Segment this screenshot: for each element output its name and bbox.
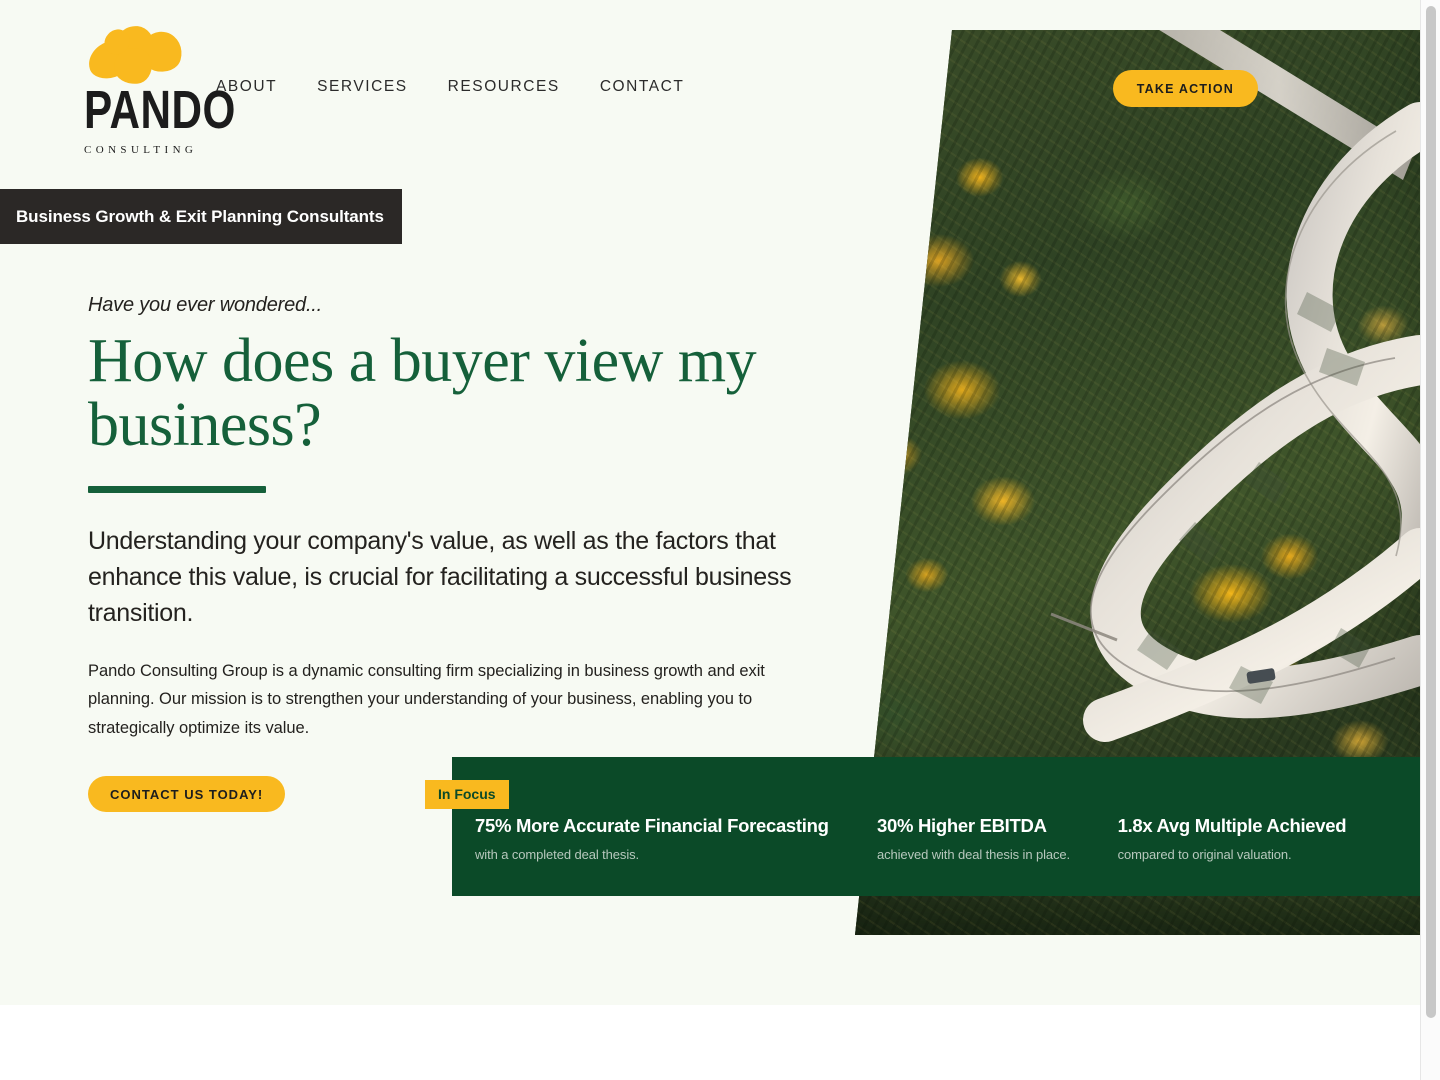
hero-section: PANDO CONSULTING ABOUT SERVICES RESOURCE… — [0, 0, 1420, 1005]
site-header: PANDO CONSULTING ABOUT SERVICES RESOURCE… — [0, 0, 1420, 175]
stat-title: 75% More Accurate Financial Forecasting — [475, 815, 829, 836]
logo-wordmark: PANDO — [84, 80, 236, 141]
aspen-leaves-icon — [83, 24, 187, 86]
nav-item-services[interactable]: SERVICES — [317, 78, 408, 96]
logo-subtitle: CONSULTING — [84, 144, 198, 156]
nav-item-about[interactable]: ABOUT — [216, 78, 277, 96]
logo[interactable]: PANDO CONSULTING — [83, 24, 236, 156]
hero-subhead: Understanding your company's value, as w… — [88, 526, 792, 627]
hero-eyebrow: Have you ever wondered... — [88, 294, 323, 316]
hero-copy: Have you ever wondered... How does a buy… — [88, 294, 848, 813]
main-navigation: ABOUT SERVICES RESOURCES CONTACT — [216, 78, 684, 96]
contact-us-button[interactable]: CONTACT US TODAY! — [88, 776, 286, 813]
stat-title: 30% Higher EBITDA — [876, 815, 1047, 836]
stat-item: 30% Higher EBITDA achieved with deal the… — [877, 815, 1118, 862]
scrollbar-thumb[interactable] — [1426, 6, 1436, 1018]
divider-rule — [88, 485, 266, 493]
stat-title: 1.8x Avg Multiple Achieved — [1117, 815, 1347, 836]
take-action-button[interactable]: TAKE ACTION — [1112, 70, 1258, 107]
in-focus-badge: In Focus — [425, 780, 509, 809]
hero-headline: How does a buyer view my business? — [88, 327, 757, 460]
nav-item-resources[interactable]: RESOURCES — [448, 78, 560, 96]
page-scrollbar[interactable] — [1420, 0, 1440, 1080]
tagline-banner: Business Growth & Exit Planning Consulta… — [0, 189, 402, 244]
stat-item: 1.8x Avg Multiple Achieved compared to o… — [1118, 815, 1400, 862]
browser-viewport: PANDO CONSULTING ABOUT SERVICES RESOURCE… — [0, 0, 1440, 1080]
stats-row: 75% More Accurate Financial Forecasting … — [475, 815, 1400, 862]
hero-body: Pando Consulting Group is a dynamic cons… — [88, 661, 765, 737]
stat-subtitle: with a completed deal thesis. — [475, 847, 640, 862]
tagline-text: Business Growth & Exit Planning Consulta… — [16, 206, 384, 226]
stat-subtitle: achieved with deal thesis in place. — [876, 847, 1071, 862]
stat-subtitle: compared to original valuation. — [1117, 847, 1292, 862]
stat-item: 75% More Accurate Financial Forecasting … — [475, 815, 877, 862]
nav-item-contact[interactable]: CONTACT — [600, 78, 685, 96]
stats-band: In Focus 75% More Accurate Financial For… — [425, 757, 1420, 896]
